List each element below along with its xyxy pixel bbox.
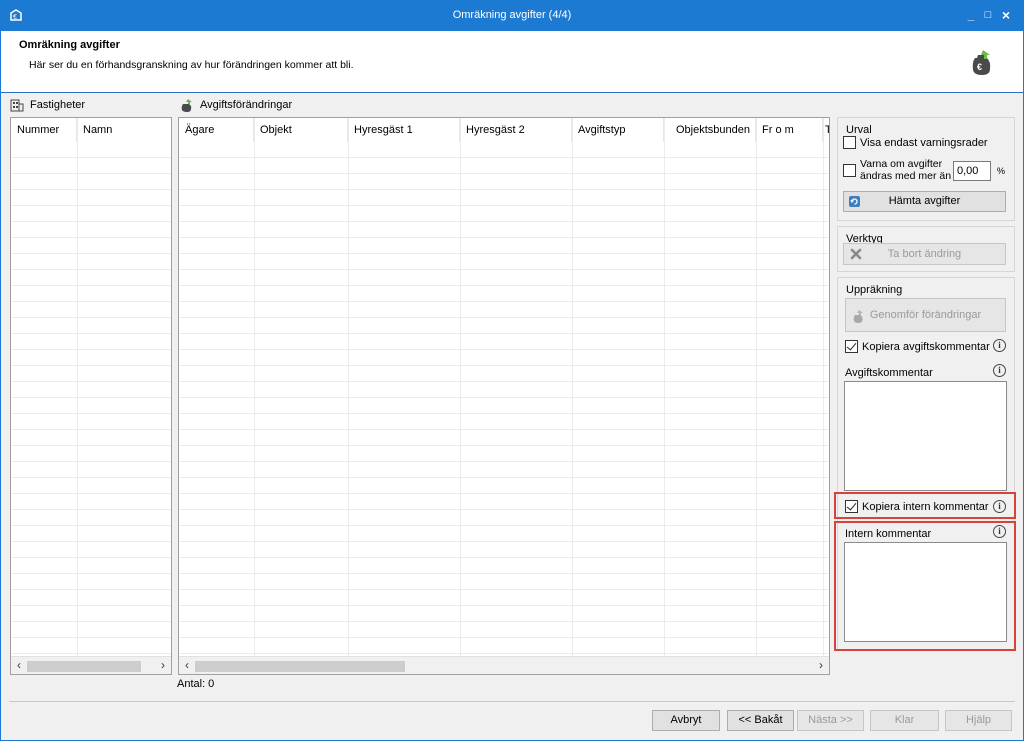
column-header-from[interactable]: Fr o m [756, 118, 823, 142]
intern-kommentar-label: Intern kommentar [845, 528, 932, 540]
scrollbar-thumb[interactable] [27, 661, 141, 672]
varna-label-line1: Varna om avgifter [860, 158, 943, 170]
column-header-nummer[interactable]: Nummer [11, 118, 77, 142]
varna-label-line2: ändras med mer än [860, 170, 952, 182]
fee-bag-icon: € [972, 50, 991, 75]
scrollbar-thumb[interactable] [195, 661, 405, 672]
column-divider [756, 118, 757, 656]
column-divider [572, 118, 573, 656]
genomfor-forandringar-button[interactable]: Genomför förändringar [845, 298, 1006, 332]
percent-sign: % [997, 166, 1006, 176]
ta-bort-andring-label: Ta bort ändring [887, 248, 962, 260]
fastigheter-section-label: Fastigheter [10, 98, 85, 112]
hjalp-button[interactable]: Hjälp [945, 710, 1012, 731]
refresh-icon [849, 196, 860, 207]
fastigheter-horizontal-scrollbar[interactable]: ‹ › [11, 656, 171, 674]
urval-label: Urval [846, 124, 872, 136]
varna-checkbox[interactable] [843, 164, 856, 177]
ta-bort-andring-button[interactable]: Ta bort ändring [843, 243, 1006, 265]
avgiftsforandringar-grid[interactable]: Ägare Objekt Hyresgäst 1 Hyresgäst 2 Avg… [178, 117, 830, 675]
column-header-objekt[interactable]: Objekt [254, 118, 348, 142]
fee-bag-disabled-icon [853, 310, 863, 323]
fastigheter-grid-header: Nummer Namn [11, 118, 171, 142]
scroll-left-arrow-icon[interactable]: ‹ [11, 657, 27, 674]
fastigheter-empty-rows [11, 142, 171, 656]
scroll-left-arrow-icon[interactable]: ‹ [179, 657, 195, 674]
column-header-tom[interactable]: T [823, 118, 829, 142]
kopiera-intern-kommentar-label: Kopiera intern kommentar [862, 501, 989, 513]
column-divider [664, 118, 665, 656]
page-title: Omräkning avgifter [19, 39, 120, 51]
intern-kommentar-textarea[interactable] [844, 542, 1007, 642]
svg-text:€: € [977, 62, 982, 72]
nasta-button[interactable]: Nästa >> [797, 710, 864, 731]
visa-varningsrader-checkbox[interactable] [843, 136, 856, 149]
building-icon [10, 99, 24, 112]
column-divider [254, 118, 255, 656]
bakat-button[interactable]: << Bakåt [727, 710, 794, 731]
avbryt-button[interactable]: Avbryt [652, 710, 720, 731]
minimize-button[interactable]: _ [964, 8, 978, 22]
avgifts-grid-header: Ägare Objekt Hyresgäst 1 Hyresgäst 2 Avg… [179, 118, 829, 142]
wizard-header: Omräkning avgifter Här ser du en förhand… [1, 31, 1023, 93]
column-header-hyresgast-1[interactable]: Hyresgäst 1 [348, 118, 460, 142]
column-divider [823, 118, 824, 656]
row-count: Antal: 0 [177, 678, 215, 690]
window-title: Omräkning avgifter (4/4) [452, 9, 572, 21]
avgifts-horizontal-scrollbar[interactable]: ‹ › [179, 656, 829, 674]
upprakning-label: Uppräkning [846, 284, 903, 296]
delete-x-icon [850, 248, 862, 260]
column-divider [460, 118, 461, 656]
avgifts-section-label: Avgiftsförändringar [180, 98, 292, 112]
klar-button[interactable]: Klar [870, 710, 939, 731]
close-button[interactable]: × [999, 8, 1013, 22]
percent-input[interactable]: 0,00 [953, 161, 991, 181]
hamta-avgifter-button[interactable]: Hämta avgifter [843, 191, 1006, 212]
info-icon[interactable]: i [993, 339, 1006, 352]
scroll-right-arrow-icon[interactable]: › [813, 657, 829, 674]
title-bar: € Omräkning avgifter (4/4) _ □ × [1, 1, 1023, 31]
visa-varningsrader-label: Visa endast varningsrader [860, 137, 988, 149]
avgifts-empty-rows [179, 142, 829, 656]
column-header-namn[interactable]: Namn [77, 118, 171, 142]
fastigheter-grid[interactable]: Nummer Namn ‹ › [10, 117, 172, 675]
info-icon[interactable]: i [993, 364, 1006, 377]
hamta-avgifter-label: Hämta avgifter [888, 195, 961, 207]
info-icon[interactable]: i [993, 500, 1006, 513]
info-icon[interactable]: i [993, 525, 1006, 538]
column-divider [348, 118, 349, 656]
kopiera-intern-kommentar-checkbox[interactable] [845, 500, 858, 513]
kopiera-avgiftskommentar-label: Kopiera avgiftskommentar [862, 341, 990, 353]
scroll-right-arrow-icon[interactable]: › [155, 657, 171, 674]
column-header-objektsbunden[interactable]: Objektsbunden [664, 118, 756, 142]
avgifts-label: Avgiftsförändringar [200, 98, 293, 111]
dialog-window: € Omräkning avgifter (4/4) _ □ × Omräkni… [0, 0, 1024, 741]
fastigheter-label: Fastigheter [30, 98, 86, 111]
footer-divider [9, 701, 1015, 702]
maximize-button[interactable]: □ [981, 8, 995, 22]
kopiera-avgiftskommentar-checkbox[interactable] [845, 340, 858, 353]
column-header-hyresgast-2[interactable]: Hyresgäst 2 [460, 118, 572, 142]
avgiftskommentar-label: Avgiftskommentar [845, 367, 933, 379]
column-header-avgiftstyp[interactable]: Avgiftstyp [572, 118, 664, 142]
genomfor-forandringar-label: Genomför förändringar [869, 309, 982, 321]
fee-bag-small-icon [181, 99, 192, 112]
column-header-agare[interactable]: Ägare [179, 118, 254, 142]
page-subtitle: Här ser du en förhandsgranskning av hur … [29, 59, 354, 71]
column-divider [77, 118, 78, 656]
avgiftskommentar-textarea[interactable] [844, 381, 1007, 491]
